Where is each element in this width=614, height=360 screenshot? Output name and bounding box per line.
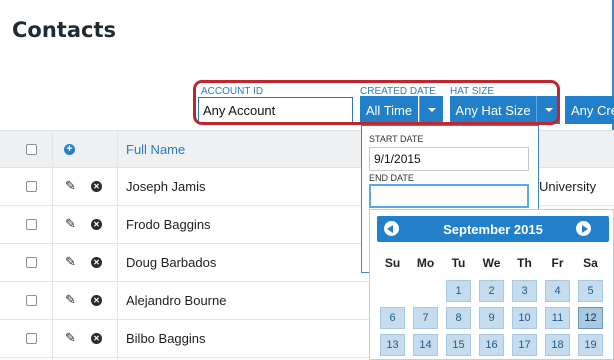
weekday-label: Mo [416, 256, 435, 270]
calendar-day[interactable]: 1 [446, 280, 471, 302]
row-checkbox[interactable] [26, 219, 37, 230]
weekday-label: We [482, 256, 501, 270]
weekday-label: Su [384, 256, 401, 270]
delete-icon[interactable]: ✕ [91, 181, 102, 192]
contact-name[interactable]: Joseph Jamis [126, 179, 205, 194]
extra-filter-button[interactable]: Any Cre [565, 96, 614, 124]
page-title: Contacts [12, 18, 116, 42]
end-date-input[interactable] [369, 184, 529, 208]
pencil-icon[interactable]: ✎ [65, 178, 76, 194]
pencil-icon[interactable]: ✎ [65, 254, 76, 270]
calendar-day[interactable]: 10 [512, 307, 537, 329]
calendar-day[interactable]: 3 [512, 280, 537, 302]
calendar-day[interactable]: 5 [578, 280, 603, 302]
pencil-icon[interactable]: ✎ [65, 216, 76, 232]
row-checkbox[interactable] [26, 257, 37, 268]
start-date-label: START DATE [369, 134, 424, 144]
calendar-day[interactable]: 15 [446, 334, 471, 356]
weekday-label: Th [517, 256, 532, 270]
calendar-day[interactable]: 17 [512, 334, 537, 356]
calendar-month-title: September 2015 [443, 222, 543, 237]
contact-name[interactable]: Bilbo Baggins [126, 331, 206, 346]
delete-icon[interactable]: ✕ [91, 257, 102, 268]
pencil-icon[interactable]: ✎ [65, 330, 76, 346]
delete-icon[interactable]: ✕ [91, 333, 102, 344]
end-date-label: END DATE [369, 173, 414, 183]
calendar-day[interactable]: 4 [545, 280, 570, 302]
contact-name[interactable]: Frodo Baggins [126, 217, 211, 232]
calendar-day[interactable]: 16 [479, 334, 504, 356]
weekday-label: Tu [451, 256, 466, 270]
select-all-checkbox[interactable] [26, 144, 37, 155]
weekday-label: Fr [551, 256, 564, 270]
full-name-header[interactable]: Full Name [126, 142, 185, 157]
contact-name[interactable]: Alejandro Bourne [126, 293, 226, 308]
row-extra-text: University [539, 179, 597, 194]
calendar-day[interactable]: 9 [479, 307, 504, 329]
calendar-day[interactable]: 18 [545, 334, 570, 356]
weekday-label: Sa [583, 256, 598, 270]
calendar-day[interactable]: 19 [578, 334, 603, 356]
row-checkbox[interactable] [26, 333, 37, 344]
next-month-icon[interactable] [576, 221, 591, 236]
calendar-day[interactable]: 13 [380, 334, 405, 356]
row-checkbox[interactable] [26, 295, 37, 306]
delete-icon[interactable]: ✕ [91, 219, 102, 230]
pencil-icon[interactable]: ✎ [65, 292, 76, 308]
start-date-input[interactable] [369, 147, 529, 171]
calendar-header: September 2015 [377, 216, 609, 242]
add-contact-icon[interactable]: + [64, 144, 75, 155]
calendar-day[interactable]: 6 [380, 307, 405, 329]
calendar-day[interactable]: 8 [446, 307, 471, 329]
calendar-day-selected[interactable]: 12 [578, 307, 603, 329]
calendar-day[interactable]: 11 [545, 307, 570, 329]
calendar-day[interactable]: 2 [479, 280, 504, 302]
datepicker-calendar: September 2015 Su Mo Tu We Th Fr Sa 1 2 … [369, 209, 614, 360]
row-checkbox[interactable] [26, 181, 37, 192]
contact-name[interactable]: Doug Barbados [126, 255, 216, 270]
calendar-day[interactable]: 14 [413, 334, 438, 356]
delete-icon[interactable]: ✕ [91, 295, 102, 306]
filter-highlight-box [193, 80, 560, 125]
calendar-day[interactable]: 7 [413, 307, 438, 329]
